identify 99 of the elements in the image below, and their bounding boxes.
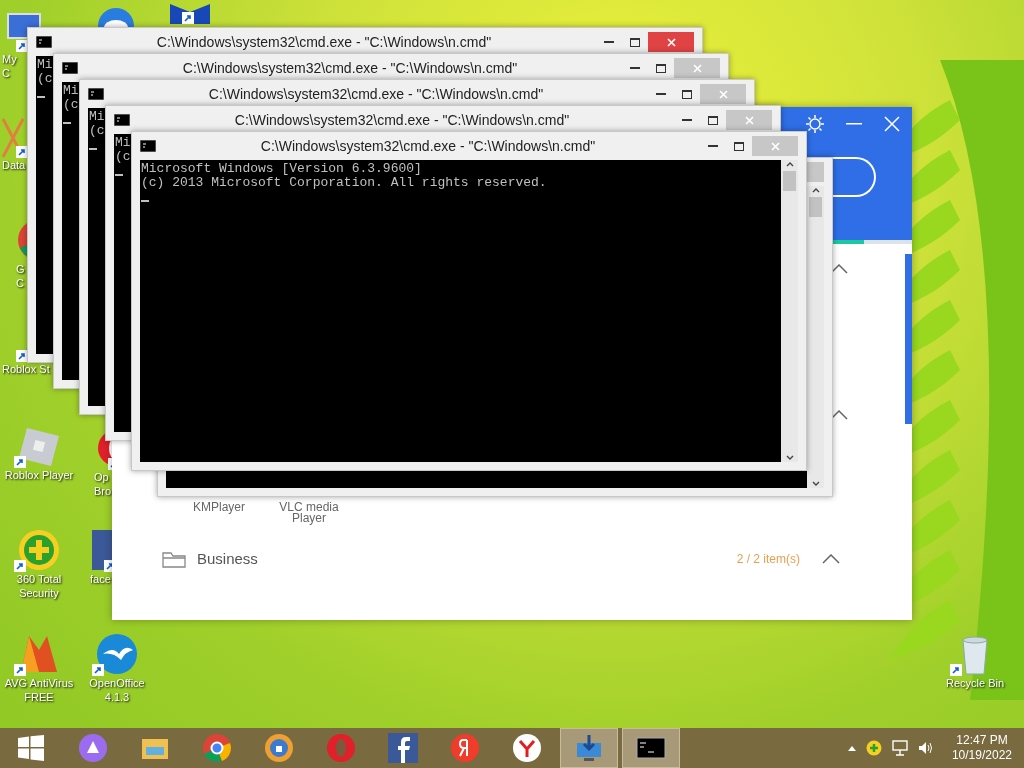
minimize-icon xyxy=(630,67,640,69)
plus-icon[interactable] xyxy=(865,740,882,756)
console-text: Mi xyxy=(115,136,131,150)
scroll-up-icon xyxy=(785,162,794,167)
minimize-icon xyxy=(682,119,692,121)
shortcut-arrow-icon xyxy=(14,456,26,468)
cursor-icon xyxy=(37,96,45,98)
shortcut-arrow-icon xyxy=(16,40,28,52)
chevron-up-icon[interactable] xyxy=(830,264,848,274)
console-text: (c xyxy=(115,150,131,164)
close-icon xyxy=(744,115,754,125)
cursor-icon xyxy=(141,200,149,202)
chevron-up-icon[interactable] xyxy=(830,410,848,420)
clock-time[interactable]: 12:47 PM xyxy=(956,733,1008,748)
close-icon xyxy=(692,63,702,73)
console-text: Mi xyxy=(37,58,53,72)
shortcut-arrow-icon xyxy=(14,560,26,572)
console-text: Mi xyxy=(63,84,79,98)
item-count: 2 / 2 item(s) xyxy=(736,551,800,569)
shortcut-arrow-icon xyxy=(950,664,962,676)
console-icon xyxy=(114,114,130,126)
database-icon xyxy=(2,118,24,158)
close-icon[interactable] xyxy=(884,116,900,132)
caret-up-icon[interactable] xyxy=(847,745,856,751)
icon-label: Op Bro xyxy=(94,470,112,498)
icon-label: Roblox Player xyxy=(3,468,75,482)
plus-shield-icon xyxy=(17,528,61,572)
shortcut-arrow-icon xyxy=(16,350,28,362)
window-title: C:\Windows\system32\cmd.exe - "C:\Windows\n.cmd" xyxy=(156,32,492,52)
window-title: C:\Windows\system32\cmd.exe - "C:\Windows\n.cmd" xyxy=(208,84,544,104)
icon-label: G C xyxy=(16,262,26,290)
console-text: (c) 2013 Microsoft Corporation. All rights reserved. xyxy=(141,176,547,190)
scroll-thumb[interactable] xyxy=(783,171,796,191)
volume-icon[interactable] xyxy=(917,740,934,756)
console-icon xyxy=(140,140,156,152)
maximize-icon xyxy=(656,63,666,73)
scroll-thumb[interactable] xyxy=(809,197,822,217)
windows-logo-icon xyxy=(18,735,44,761)
clock-date[interactable]: 10/19/2022 xyxy=(951,748,1012,763)
taskbar-button[interactable] xyxy=(622,728,680,768)
close-icon xyxy=(718,89,728,99)
console-text: (c xyxy=(37,72,53,86)
download-monitor-icon xyxy=(574,733,604,763)
window-title: C:\Windows\system32\cmd.exe - "C:\Windows\n.cmd" xyxy=(182,58,518,78)
icon-label: face xyxy=(90,572,112,586)
icon-label: Data xyxy=(2,158,27,172)
maximize-icon xyxy=(708,115,718,125)
scrollbar[interactable] xyxy=(807,186,824,488)
icon-label: Roblox St xyxy=(2,362,51,376)
console-text: Microsoft Windows [Version 6.3.9600] xyxy=(141,162,422,176)
scroll-down-icon xyxy=(811,481,820,486)
console-text: Mi xyxy=(89,110,105,124)
openoffice-icon xyxy=(95,632,139,676)
minimize-icon xyxy=(656,93,666,95)
maximize-icon xyxy=(734,141,744,151)
app-label: KMPlayer xyxy=(192,502,246,516)
minimize-icon xyxy=(604,41,614,43)
group-name: Business xyxy=(197,549,258,569)
console-icon xyxy=(62,62,78,74)
window-title: C:\Windows\system32\cmd.exe - "C:\Windows\n.cmd" xyxy=(234,110,570,130)
shortcut-arrow-icon xyxy=(182,12,194,24)
icon-label: 360 Total Security xyxy=(15,572,63,600)
facebook-icon xyxy=(388,733,418,763)
minimize-icon xyxy=(708,145,718,147)
network-icon[interactable] xyxy=(891,740,908,756)
cursor-icon xyxy=(89,148,97,150)
yandex-icon xyxy=(450,733,480,763)
close-icon xyxy=(666,37,676,47)
icon-label: AVG AntiVirus FREE xyxy=(3,676,75,704)
shortcut-arrow-icon xyxy=(92,664,104,676)
console-text: (c xyxy=(89,124,105,138)
assistant-icon xyxy=(78,733,108,763)
cursor-icon xyxy=(63,122,71,124)
yandex-browser-icon xyxy=(512,733,542,763)
console-icon xyxy=(36,36,52,48)
opera-icon xyxy=(326,733,356,763)
console-icon xyxy=(88,88,104,100)
scroll-down-icon xyxy=(785,455,794,460)
app-label: VLC media Player xyxy=(278,502,340,524)
icon-label: Recycle Bin xyxy=(944,676,1006,690)
taskbar-button[interactable] xyxy=(560,728,618,768)
chevron-up-icon xyxy=(822,554,840,565)
window-title: C:\Windows\system32\cmd.exe - "C:\Windows\n.cmd" xyxy=(260,136,596,156)
scroll-thumb[interactable] xyxy=(905,254,912,424)
maximize-icon xyxy=(630,37,640,47)
scroll-up-icon xyxy=(811,188,820,193)
close-icon xyxy=(770,141,780,151)
console-text: (c xyxy=(63,98,79,112)
settings-icon[interactable] xyxy=(806,115,824,133)
shortcut-arrow-icon xyxy=(16,146,28,158)
folder-icon xyxy=(162,550,186,569)
maximize-icon xyxy=(682,89,692,99)
shortcut-arrow-icon xyxy=(14,664,26,676)
icon-label: OpenOffice 4.1.3 xyxy=(88,676,146,704)
browser-icon xyxy=(264,733,294,763)
icon-label: My C xyxy=(2,52,18,80)
chrome-icon xyxy=(202,733,232,763)
cursor-icon xyxy=(115,174,123,176)
scrollbar[interactable] xyxy=(781,160,798,462)
